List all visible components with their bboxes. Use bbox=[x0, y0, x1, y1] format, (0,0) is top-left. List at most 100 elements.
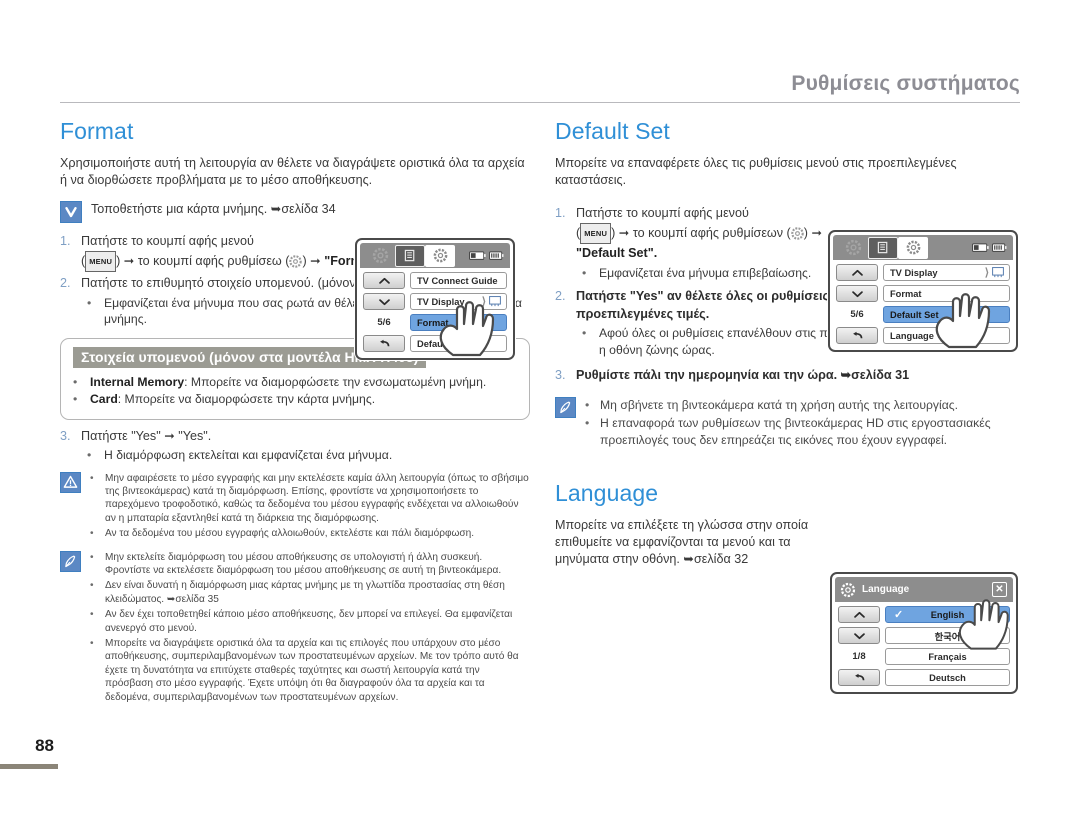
gear-icon bbox=[791, 226, 804, 246]
page-title: Ρυθμίσεις συστήματος bbox=[791, 72, 1020, 95]
note-item: Η επαναφορά των ρυθμίσεων της βιντεοκάμε… bbox=[585, 415, 1020, 448]
default-set-note-block: Μη σβήνετε τη βιντεοκάμερα κατά τη χρήση… bbox=[555, 396, 1020, 451]
step-text-mid: ) ➞ το κουμπί αφής ρυθμίσεω ( bbox=[116, 253, 290, 268]
default-set-steps-cont: 3. Ρυθμίστε πάλι την ημερομηνία και την … bbox=[555, 367, 1020, 385]
status-icons bbox=[972, 242, 1007, 253]
lcd-content: 5/6 TV Display ⟩ Format Default Set Lang… bbox=[833, 260, 1013, 347]
note-pen-icon bbox=[60, 550, 81, 572]
language-lcd-dialog: Language ✕ 1/8 ✓ English 한국어 Français De… bbox=[830, 572, 1018, 694]
page-indicator: 5/6 bbox=[377, 317, 391, 328]
lcd-menu-list: TV Display ⟩ Format Default Set Language bbox=[883, 264, 1010, 344]
step-text-body: Πατήστε "Yes" ➞ "Yes". bbox=[81, 428, 212, 443]
step-bullet-text: Η διαμόρφωση εκτελείται και εμφανίζεται … bbox=[104, 448, 393, 462]
lcd-menu-item[interactable]: Default Set bbox=[410, 335, 507, 352]
back-button[interactable] bbox=[836, 327, 878, 344]
note-item: Δεν είναι δυνατή η διαμόρφωση μιας κάρτα… bbox=[90, 579, 530, 606]
lcd-menu-item[interactable]: TV Display ⟩ bbox=[410, 293, 507, 310]
note-text: Μπορείτε να διαγράψετε οριστικά όλα τα α… bbox=[105, 637, 519, 703]
default-set-step-3: 3. Ρυθμίστε πάλι την ημερομηνία και την … bbox=[555, 367, 1020, 385]
down-arrow-button[interactable] bbox=[363, 293, 405, 310]
up-arrow-button[interactable] bbox=[363, 272, 405, 289]
format-heading: Format bbox=[60, 118, 134, 144]
lcd-language-item-selected[interactable]: ✓ English bbox=[885, 606, 1010, 623]
lcd-menu-item[interactable]: Language bbox=[883, 327, 1010, 344]
step-bullet: Εμφανίζεται ένα μήνυμα επιβεβαίωσης. bbox=[576, 265, 825, 282]
step-text-mid: ) ➞ το κουμπί αφής ρυθμίσεων ( bbox=[611, 225, 791, 240]
tv-display-icon: ⟩ bbox=[985, 266, 1004, 279]
step-number: 2. bbox=[555, 289, 566, 303]
left-column: Format Χρησιμοποιήστε αυτή τη λειτουργία… bbox=[60, 118, 530, 706]
step-bullet-text: Εμφανίζεται ένα μήνυμα επιβεβαίωσης. bbox=[599, 265, 812, 280]
step-text-post: ) ➞ bbox=[803, 225, 823, 240]
lcd-language-item[interactable]: Français bbox=[885, 648, 1010, 665]
default-set-lcd-screen: 5/6 TV Display ⟩ Format Default Set Lang… bbox=[828, 230, 1018, 352]
note-item: Μπορείτε να διαγράψετε οριστικά όλα τα α… bbox=[90, 637, 530, 704]
page-header: Ρυθμίσεις συστήματος bbox=[60, 72, 1020, 103]
lcd-side-controls: 5/6 bbox=[363, 272, 405, 352]
note-item: Μη σβήνετε τη βιντεοκάμερα κατά τη χρήση… bbox=[585, 397, 1020, 414]
step-number: 2. bbox=[60, 276, 71, 290]
tab-system-settings-icon[interactable] bbox=[898, 236, 928, 259]
lcd-language-item[interactable]: Deutsch bbox=[885, 669, 1010, 686]
lcd-menu-item[interactable]: TV Connect Guide bbox=[410, 272, 507, 289]
up-arrow-button[interactable] bbox=[838, 606, 880, 623]
close-icon[interactable]: ✕ bbox=[992, 582, 1007, 597]
lcd-menu-item-selected[interactable]: Default Set bbox=[883, 306, 1010, 323]
gear-icon bbox=[840, 582, 856, 598]
lcd-menu-item[interactable]: TV Display ⟩ bbox=[883, 264, 1010, 281]
format-prereq-text: Τοποθετήστε μια κάρτα μνήμης. ➥σελίδα 34 bbox=[91, 202, 336, 216]
step-text-pre: Πατήστε το κουμπί αφής μενού bbox=[81, 234, 254, 248]
callout-item: Card: Μπορείτε να διαμορφώσετε την κάρτα… bbox=[73, 391, 517, 408]
manual-page: Ρυθμίσεις συστήματος Format Χρησιμοποιήσ… bbox=[0, 0, 1080, 827]
header-divider bbox=[60, 102, 1020, 103]
callout-items: Internal Memory: Μπορείτε να διαμορφώσετ… bbox=[73, 374, 517, 408]
step-number: 1. bbox=[555, 206, 566, 220]
menu-chip-icon: MENU bbox=[85, 250, 117, 272]
up-arrow-button[interactable] bbox=[836, 264, 878, 281]
down-arrow-button[interactable] bbox=[838, 627, 880, 644]
gear-icon bbox=[289, 254, 303, 274]
callout-item-label: Internal Memory bbox=[90, 374, 185, 389]
lcd-menu-item-label: TV Display bbox=[890, 267, 938, 278]
dialog-title: Language bbox=[862, 584, 910, 595]
lcd-menu-list: TV Connect Guide TV Display ⟩ Format Def… bbox=[410, 272, 507, 352]
lcd-side-controls: 1/8 bbox=[838, 606, 880, 686]
note-text: Αν δεν έχει τοποθετηθεί κάποιο μέσο αποθ… bbox=[105, 609, 513, 634]
step-text: Πατήστε το κουμπί αφής μενού (MENU) ➞ το… bbox=[576, 205, 825, 281]
tab-display-icon[interactable] bbox=[868, 236, 898, 259]
tab-settings-dim-icon[interactable] bbox=[365, 245, 395, 267]
lcd-content: 5/6 TV Connect Guide TV Display ⟩ Format… bbox=[360, 268, 510, 355]
step-bullet: Η διαμόρφωση εκτελείται και εμφανίζεται … bbox=[81, 447, 530, 464]
checkmark-icon bbox=[60, 201, 82, 223]
default-set-heading: Default Set bbox=[555, 118, 670, 144]
tab-system-settings-icon[interactable] bbox=[425, 244, 455, 267]
note-text: Μην εκτελείτε διαμόρφωση του μέσου αποθή… bbox=[105, 551, 502, 576]
back-button[interactable] bbox=[363, 335, 405, 352]
lcd-language-item[interactable]: 한국어 bbox=[885, 627, 1010, 644]
warning-item: Αν τα δεδομένα του μέσου εγγραφής αλλοιω… bbox=[90, 527, 530, 540]
note-list: Μη σβήνετε τη βιντεοκάμερα κατά τη χρήση… bbox=[585, 397, 1020, 451]
tab-settings-dim-icon[interactable] bbox=[838, 237, 868, 259]
step-text-pre: Πατήστε το κουμπί αφής μενού bbox=[576, 206, 749, 220]
step-text: Ρυθμίστε πάλι την ημερομηνία και την ώρα… bbox=[576, 368, 910, 382]
note-item: Μην εκτελείτε διαμόρφωση του μέσου αποθή… bbox=[90, 551, 530, 578]
lcd-menu-item-selected[interactable]: Format bbox=[410, 314, 507, 331]
format-warning-block: Μην αφαιρέσετε το μέσο εγγραφής και μην … bbox=[60, 471, 530, 543]
down-arrow-button[interactable] bbox=[836, 285, 878, 302]
page-indicator: 1/8 bbox=[852, 651, 866, 662]
status-icons bbox=[469, 250, 504, 261]
format-step-3: 3. Πατήστε "Yes" ➞ "Yes". Η διαμόρφωση ε… bbox=[60, 428, 530, 464]
language-intro: Μπορείτε να επιλέξετε τη γλώσσα στην οπο… bbox=[555, 518, 809, 566]
format-intro: Χρησιμοποιήστε αυτή τη λειτουργία αν θέλ… bbox=[60, 156, 525, 187]
menu-chip-icon: MENU bbox=[580, 222, 612, 244]
note-item: Αν δεν έχει τοποθετηθεί κάποιο μέσο αποθ… bbox=[90, 608, 530, 635]
lcd-menu-item[interactable]: Format bbox=[883, 285, 1010, 302]
default-set-intro: Μπορείτε να επαναφέρετε όλες τις ρυθμίσε… bbox=[555, 156, 957, 187]
format-steps-cont: 3. Πατήστε "Yes" ➞ "Yes". Η διαμόρφωση ε… bbox=[60, 428, 530, 464]
back-button[interactable] bbox=[838, 669, 880, 686]
step-text: Πατήστε "Yes" ➞ "Yes". Η διαμόρφωση εκτε… bbox=[81, 428, 530, 464]
tab-display-icon[interactable] bbox=[395, 244, 425, 267]
warning-text: Μην αφαιρέσετε το μέσο εγγραφής και μην … bbox=[105, 472, 529, 524]
callout-item: Internal Memory: Μπορείτε να διαμορφώσετ… bbox=[73, 374, 517, 391]
lcd-tab-bar bbox=[833, 235, 1013, 260]
